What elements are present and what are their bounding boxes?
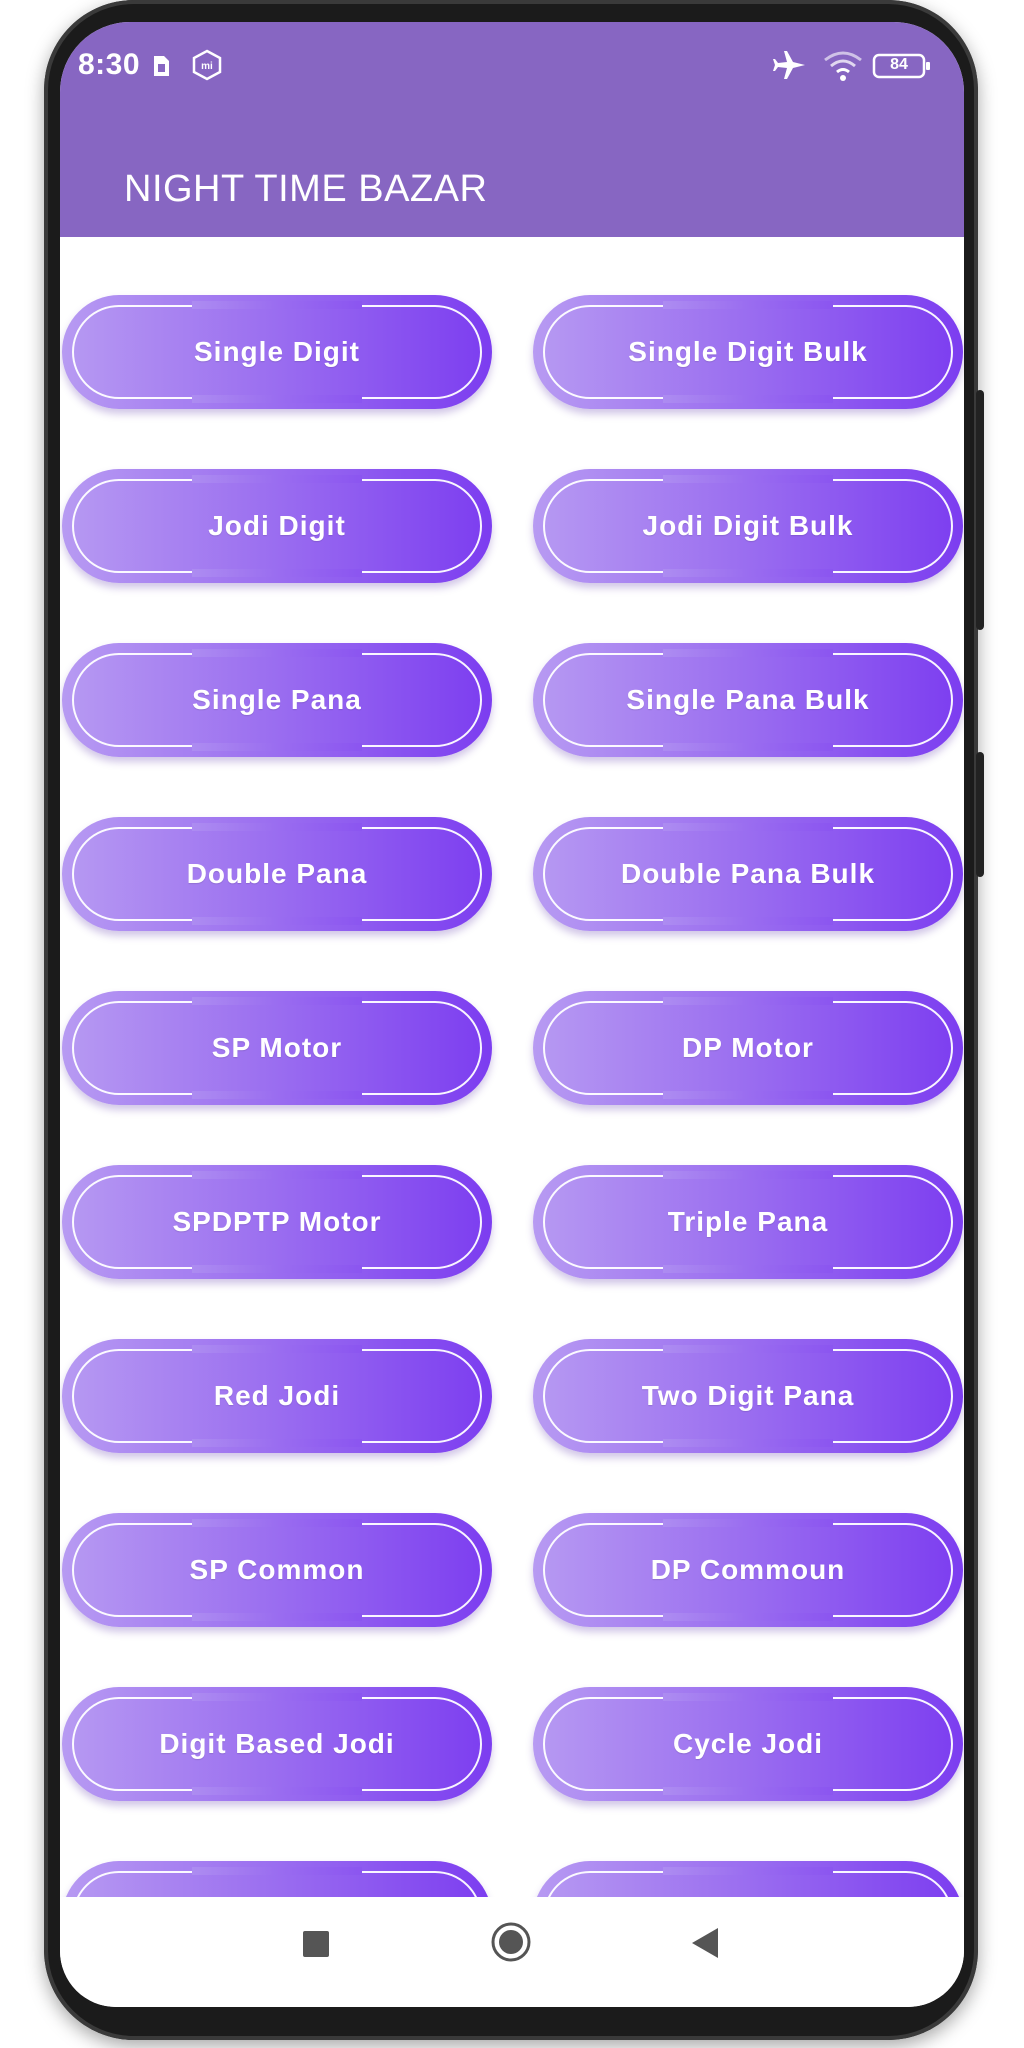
menu-button[interactable] — [62, 1861, 492, 1897]
menu-button[interactable]: Triple Pana — [533, 1165, 963, 1279]
outline-gap — [663, 1439, 833, 1447]
outline-gap — [663, 997, 833, 1005]
menu-button-label: Red Jodi — [213, 1380, 341, 1411]
outline-gap — [192, 1265, 362, 1273]
outline-gap — [192, 1519, 362, 1527]
menu-button-label: Cycle Jodi — [672, 1728, 824, 1759]
menu-button[interactable]: Single Digit Bulk — [533, 295, 963, 409]
outline-gap — [663, 475, 833, 483]
menu-button[interactable]: SP Common — [62, 1513, 492, 1627]
mi-shield-icon: mi — [191, 49, 223, 86]
power-button — [976, 752, 984, 877]
screen: 8:30 mi 84 NIGHT TIME BAZAR Single Digit… — [60, 22, 964, 2007]
menu-button[interactable]: Single Pana Bulk — [533, 643, 963, 757]
battery-level: 84 — [890, 56, 908, 73]
outline-gap — [663, 743, 833, 751]
sim-card-icon — [150, 53, 172, 84]
menu-button-label: SP Motor — [211, 1032, 343, 1063]
outline-gap — [192, 1091, 362, 1099]
menu-button[interactable]: Two Digit Pana — [533, 1339, 963, 1453]
status-time: 8:30 — [78, 48, 141, 81]
menu-button[interactable]: Single Pana — [62, 643, 492, 757]
menu-button-label: Single Digit — [194, 336, 360, 367]
menu-button[interactable]: DP Motor — [533, 991, 963, 1105]
airplane-icon — [773, 48, 807, 87]
navigation-bar — [60, 1897, 964, 2007]
outline-gap — [663, 1867, 833, 1875]
menu-button[interactable]: Double Pana Bulk — [533, 817, 963, 931]
menu-button-label: DP Motor — [682, 1032, 814, 1063]
outline-gap — [192, 649, 362, 657]
outline-gap — [192, 997, 362, 1005]
outline-gap — [192, 1693, 362, 1701]
outline-gap — [663, 1519, 833, 1527]
menu-button[interactable]: SP Motor — [62, 991, 492, 1105]
outline-gap — [192, 1439, 362, 1447]
menu-button-label: Triple Pana — [667, 1206, 829, 1237]
app-bar: 8:30 mi 84 NIGHT TIME BAZAR — [60, 22, 964, 237]
outline-gap — [192, 1345, 362, 1353]
menu-button[interactable]: Double Pana — [62, 817, 492, 931]
outline-gap — [192, 1171, 362, 1179]
outline-gap — [192, 395, 362, 403]
outline-gap — [663, 1693, 833, 1701]
outline-gap — [663, 917, 833, 925]
outline-gap — [663, 1345, 833, 1353]
menu-button-label: Two Digit Pana — [641, 1380, 855, 1411]
outline-gap — [663, 569, 833, 577]
home-icon[interactable] — [491, 1922, 531, 1962]
menu-button-label: Jodi Digit — [208, 510, 346, 541]
outline-gap — [663, 1265, 833, 1273]
outline-gap — [192, 569, 362, 577]
recents-icon[interactable] — [303, 1931, 329, 1957]
outline-gap — [663, 823, 833, 831]
menu-button-label: Jodi Digit Bulk — [642, 510, 854, 541]
outline-gap — [192, 301, 362, 309]
menu-button-label: Digit Based Jodi — [159, 1728, 395, 1759]
back-icon[interactable] — [690, 1926, 720, 1960]
outline-gap — [663, 1171, 833, 1179]
outline-gap — [192, 1613, 362, 1621]
status-bar: 8:30 mi 84 — [60, 22, 964, 108]
menu-button[interactable]: Digit Based Jodi — [62, 1687, 492, 1801]
svg-text:mi: mi — [201, 61, 213, 72]
outline-gap — [192, 475, 362, 483]
outline-gap — [663, 1787, 833, 1795]
menu-button[interactable]: SPDPTP Motor — [62, 1165, 492, 1279]
menu-grid: Single Digit Single Digit Bulk Jodi Digit J… — [60, 237, 964, 1897]
battery-icon: 84 — [872, 52, 932, 85]
menu-button[interactable]: Jodi Digit Bulk — [533, 469, 963, 583]
outline-gap — [192, 743, 362, 751]
menu-button-label: Double Pana — [186, 858, 368, 889]
menu-button-label: Single Pana — [192, 684, 362, 715]
volume-button — [976, 390, 984, 630]
wifi-icon — [823, 50, 863, 87]
menu-button-label: SPDPTP Motor — [172, 1206, 382, 1237]
menu-button-label: Double Pana Bulk — [620, 858, 876, 889]
menu-button[interactable] — [533, 1861, 963, 1897]
menu-button-label: SP Common — [189, 1554, 365, 1585]
menu-button-label: DP Commoun — [650, 1554, 846, 1585]
outline-gap — [192, 1867, 362, 1875]
outline-gap — [663, 301, 833, 309]
outline-gap — [192, 823, 362, 831]
outline-gap — [663, 1091, 833, 1099]
menu-button[interactable]: DP Commoun — [533, 1513, 963, 1627]
outline-gap — [663, 649, 833, 657]
menu-button-label: Single Pana Bulk — [626, 684, 870, 715]
menu-button[interactable]: Cycle Jodi — [533, 1687, 963, 1801]
outline-gap — [663, 395, 833, 403]
app-title: NIGHT TIME BAZAR — [124, 168, 488, 210]
menu-button-label: Single Digit Bulk — [628, 336, 868, 367]
menu-button[interactable]: Jodi Digit — [62, 469, 492, 583]
outline-gap — [663, 1613, 833, 1621]
outline-gap — [192, 917, 362, 925]
outline-gap — [192, 1787, 362, 1795]
menu-button[interactable]: Single Digit — [62, 295, 492, 409]
menu-button[interactable]: Red Jodi — [62, 1339, 492, 1453]
